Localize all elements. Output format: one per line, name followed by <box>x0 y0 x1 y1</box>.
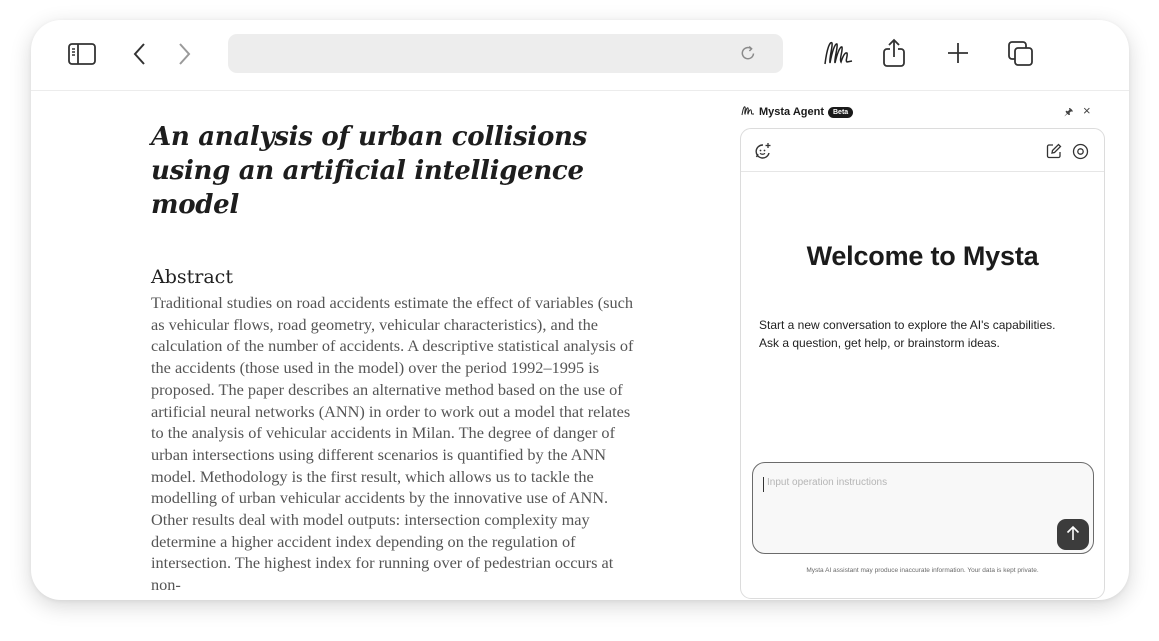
share-icon[interactable] <box>880 37 908 69</box>
beta-badge: Beta <box>828 106 854 118</box>
agent-panel: Welcome to Mysta Start a new conversatio… <box>740 128 1105 599</box>
agent-name: Mysta Agent <box>759 106 824 118</box>
new-chat-icon[interactable] <box>753 141 773 161</box>
new-tab-icon[interactable] <box>945 40 971 66</box>
intro-line-1: Start a new conversation to explore the … <box>759 318 1056 332</box>
sidebar-toggle-icon[interactable] <box>67 41 97 67</box>
tabs-overview-icon[interactable] <box>1006 39 1036 69</box>
mysta-mini-logo-icon <box>741 105 755 119</box>
edit-icon[interactable] <box>1045 142 1063 160</box>
close-icon[interactable]: × <box>1083 103 1091 118</box>
abstract-text: Traditional studies on road accidents es… <box>151 293 634 595</box>
intro-line-2: Ask a question, get help, or brainstorm … <box>759 336 1000 350</box>
back-icon[interactable] <box>129 40 149 68</box>
mysta-logo-icon[interactable] <box>821 37 855 69</box>
browser-toolbar <box>31 20 1129 91</box>
intro-text: Start a new conversation to explore the … <box>759 316 1094 352</box>
arrow-up-icon <box>1066 525 1080 544</box>
abstract-heading: Abstract <box>151 266 233 288</box>
disclaimer-text: Mysta AI assistant may produce inaccurat… <box>806 567 1039 574</box>
address-bar[interactable] <box>228 34 783 73</box>
send-button[interactable] <box>1057 519 1089 550</box>
welcome-title: Welcome to Mysta <box>806 241 1039 271</box>
article-content: An analysis of urban collisions using an… <box>151 120 641 596</box>
browser-window: An analysis of urban collisions using an… <box>31 20 1129 600</box>
forward-icon[interactable] <box>175 40 195 68</box>
settings-icon[interactable] <box>1071 142 1089 160</box>
instruction-input[interactable] <box>767 477 1067 488</box>
pin-icon[interactable]: 🖈 <box>1064 105 1073 122</box>
reload-icon[interactable] <box>739 44 757 62</box>
article-title: An analysis of urban collisions using an… <box>151 122 587 220</box>
agent-panel-toolbar <box>741 129 1104 172</box>
text-caret <box>763 477 764 492</box>
agent-panel-header: Mysta Agent Beta 🖈 × <box>741 103 1101 123</box>
agent-title: Mysta Agent Beta <box>741 105 854 119</box>
instruction-input-box[interactable] <box>752 462 1094 554</box>
